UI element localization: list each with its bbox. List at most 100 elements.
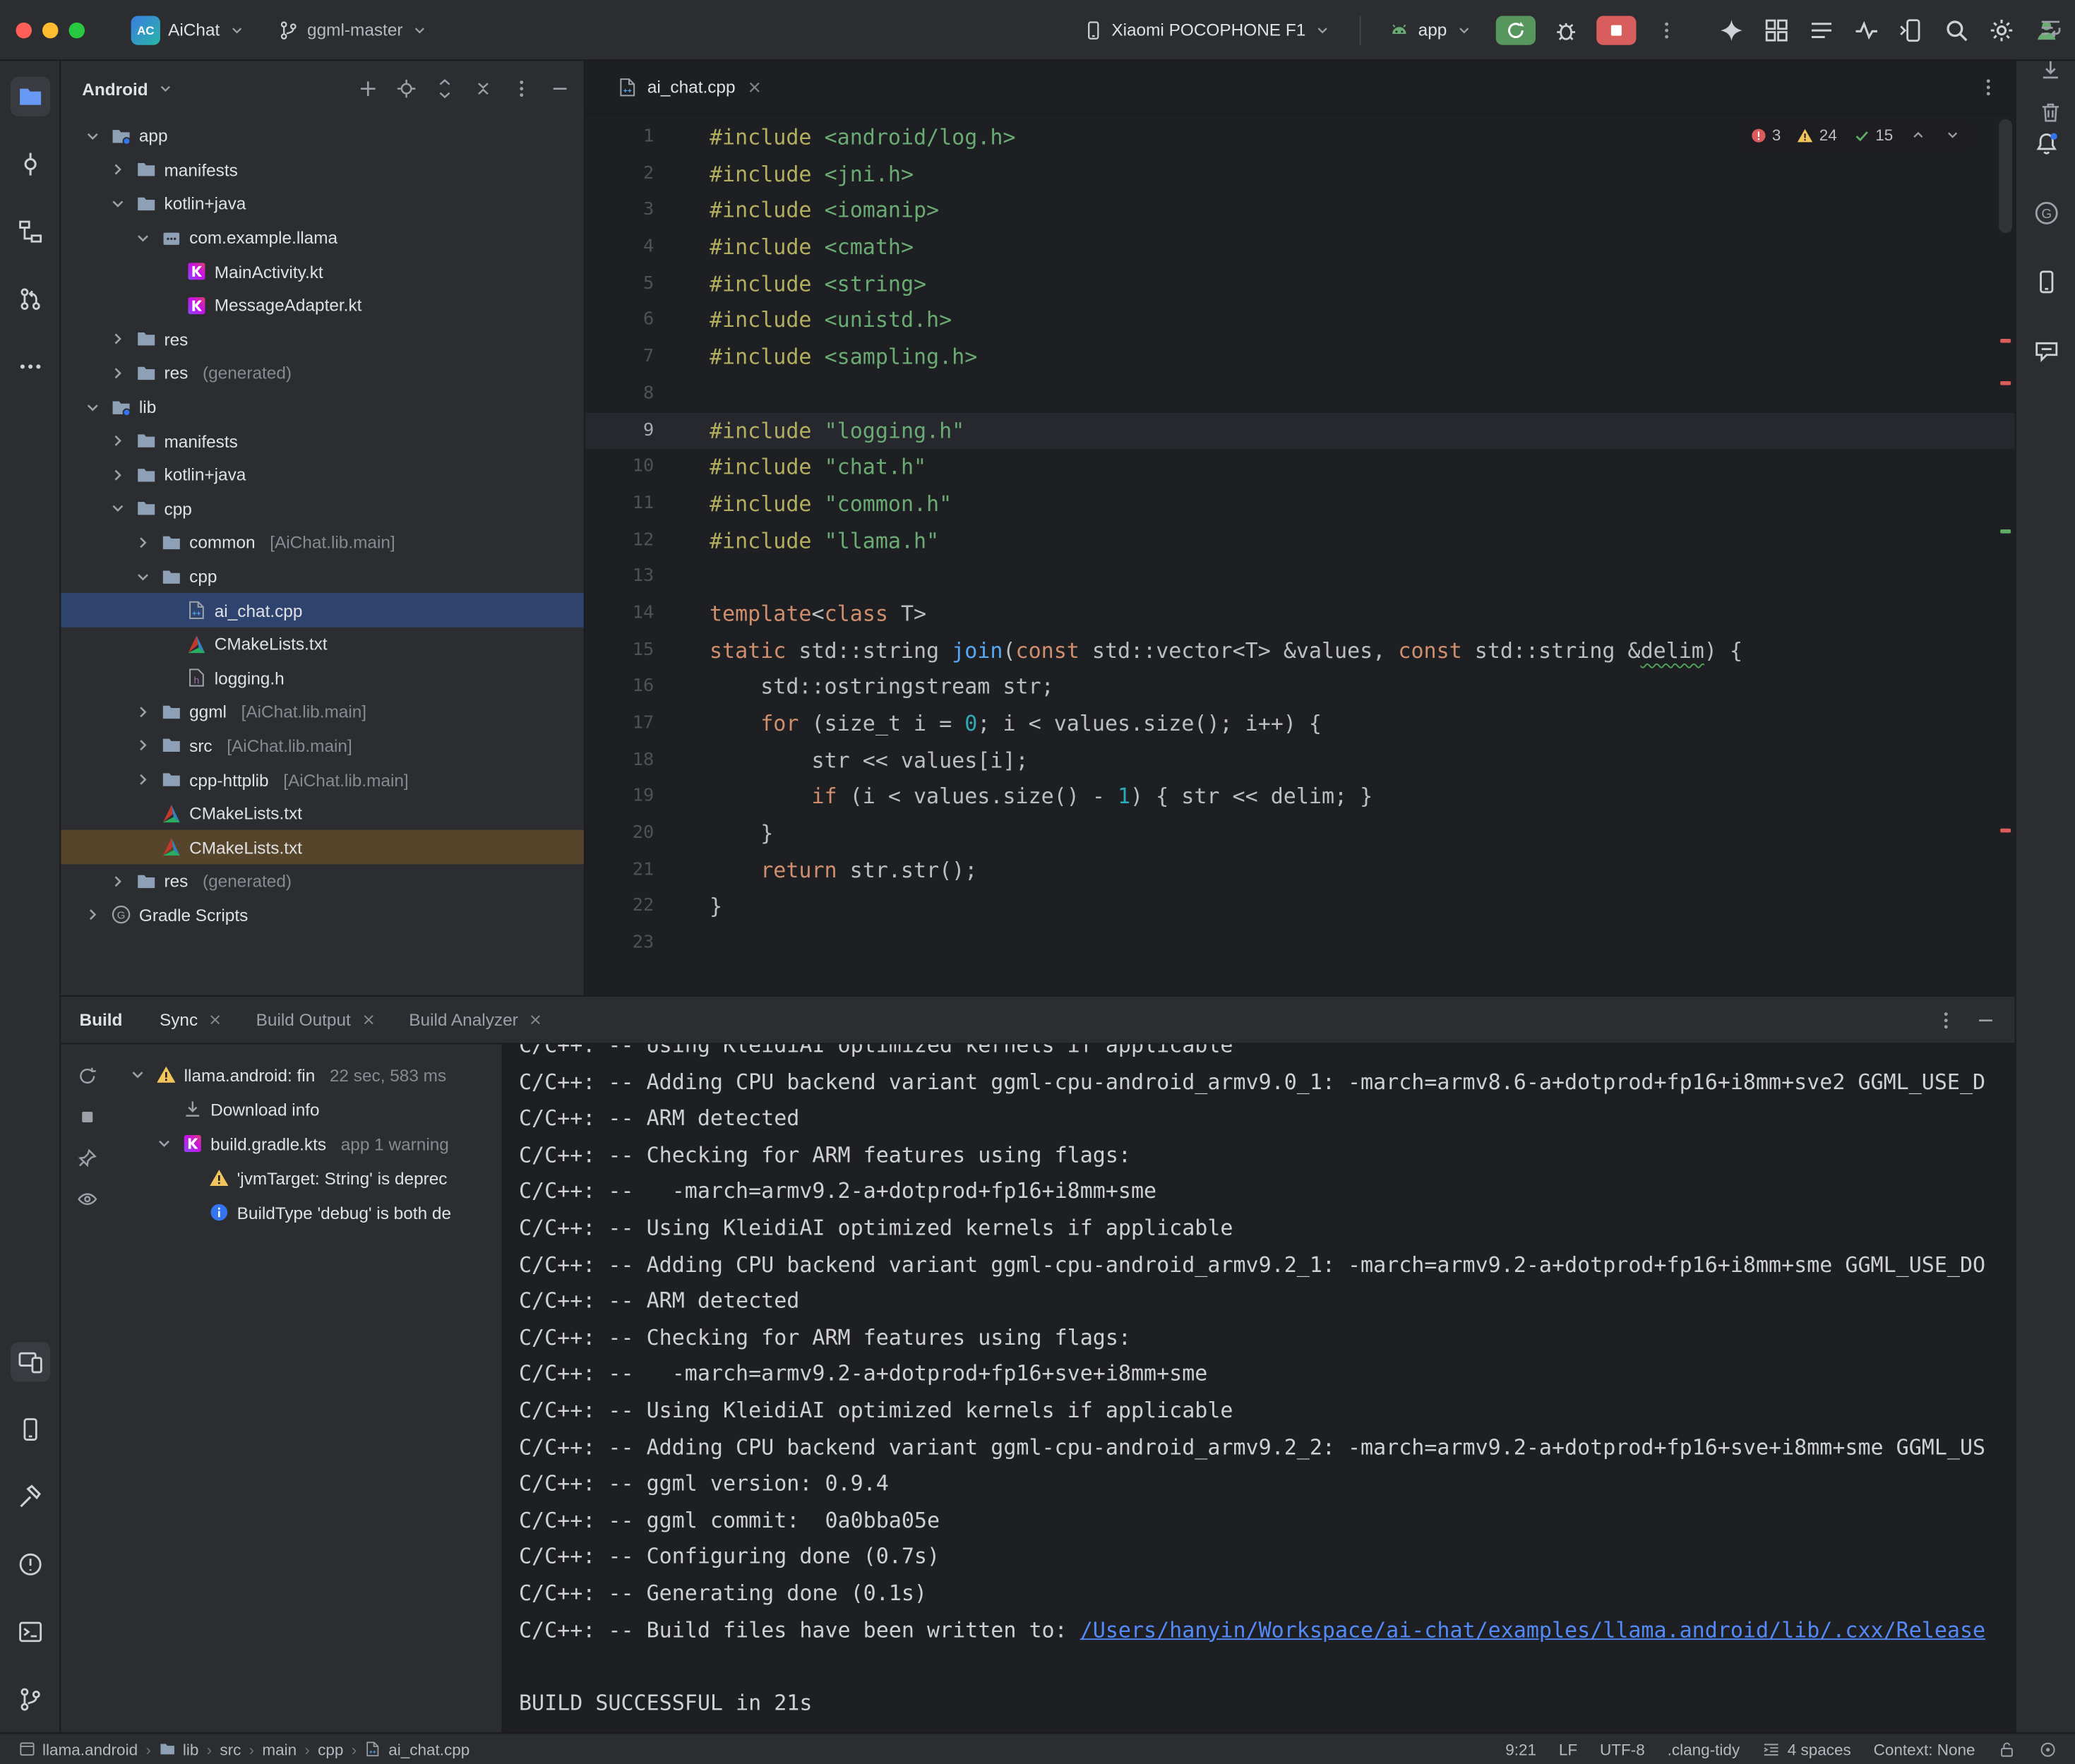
structure-tool-button[interactable]	[10, 212, 49, 251]
tree-item-manifests[interactable]: manifests	[61, 153, 584, 187]
console-link[interactable]: /Users/hanyin/Workspace/ai-chat/examples…	[1080, 1616, 1985, 1642]
expand-all-icon[interactable]	[434, 78, 455, 100]
tab-sync[interactable]: Sync	[146, 996, 237, 1044]
chevron-right-icon[interactable]	[107, 363, 128, 384]
tree-item-kotlin-java[interactable]: kotlin+java	[61, 458, 584, 492]
code-line-2[interactable]: 2#include <jni.h>	[585, 156, 2015, 193]
gemini-icon[interactable]	[1718, 16, 1745, 43]
code-line-14[interactable]: 14template<class T>	[585, 596, 2015, 632]
code-line-20[interactable]: 20 }	[585, 815, 2015, 852]
code-line-21[interactable]: 21 return str.str();	[585, 852, 2015, 889]
code-line-12[interactable]: 12#include "llama.h"	[585, 522, 2015, 559]
chevron-down-icon[interactable]	[133, 227, 154, 248]
tree-item-ggml[interactable]: ggml[AiChat.lib.main]	[61, 695, 584, 729]
kebab-icon[interactable]	[511, 78, 532, 100]
close-tab-icon[interactable]	[207, 1012, 224, 1028]
project-widget[interactable]: AC AiChat	[122, 10, 256, 49]
passed-count[interactable]: 15	[1853, 126, 1893, 144]
close-window-button[interactable]	[16, 22, 32, 38]
build-item-download-info[interactable]: Download info	[114, 1092, 501, 1127]
gradle-tool-button[interactable]: G	[2026, 193, 2066, 233]
tree-item-cmakelists-txt[interactable]: CMakeLists.txt	[61, 797, 584, 831]
search-icon[interactable]	[1944, 16, 1971, 43]
code-line-13[interactable]: 13	[585, 559, 2015, 596]
indent-indicator[interactable]: 4 spaces	[1762, 1740, 1851, 1758]
chevron-down-icon[interactable]	[107, 193, 128, 215]
chevron-down-icon[interactable]	[133, 566, 154, 587]
version-control-tool-button[interactable]	[10, 1679, 49, 1719]
editor-tab-ai-chat-cpp[interactable]: ++ ai_chat.cpp	[604, 60, 777, 113]
device-mirroring-icon[interactable]	[1898, 16, 1925, 43]
collapse-all-icon[interactable]	[472, 78, 494, 100]
tree-item-app[interactable]: app	[61, 119, 584, 153]
code-line-23[interactable]: 23	[585, 925, 2015, 962]
chevron-down-icon[interactable]	[156, 80, 174, 98]
code-line-4[interactable]: 4#include <cmath>	[585, 229, 2015, 265]
code-line-17[interactable]: 17 for (size_t i = 0; i < values.size();…	[585, 705, 2015, 742]
caret-position[interactable]: 9:21	[1505, 1740, 1536, 1758]
device-manager-tool-button[interactable]	[2026, 262, 2066, 301]
tree-item-cmakelists-txt[interactable]: CMakeLists.txt	[61, 628, 584, 661]
logcat-icon[interactable]	[1808, 16, 1835, 43]
clear-console-icon[interactable]	[2039, 101, 2063, 125]
project-view-selector[interactable]: Android	[82, 79, 148, 99]
build-tool-label[interactable]: Build	[80, 1010, 123, 1030]
minimize-window-button[interactable]	[42, 22, 59, 38]
chevron-down-icon[interactable]	[107, 498, 128, 520]
soft-wrap-icon[interactable]	[2039, 16, 2063, 40]
breadcrumb-item[interactable]: cpp	[318, 1740, 343, 1758]
build-item-buildtype-debug-is-both-de[interactable]: BuildType 'debug' is both de	[114, 1195, 501, 1230]
inspections-status-icon[interactable]	[2039, 1740, 2057, 1758]
code-line-8[interactable]: 8	[585, 376, 2015, 412]
code-editor[interactable]: 3 24 15 1#include	[585, 114, 2015, 995]
clang-tidy-indicator[interactable]: .clang-tidy	[1668, 1740, 1740, 1758]
context-indicator[interactable]: Context: None	[1874, 1740, 1975, 1758]
chevron-right-icon[interactable]	[82, 904, 103, 925]
run-configuration-selector[interactable]: app	[1380, 14, 1483, 46]
more-tool-windows-button[interactable]	[10, 347, 49, 386]
tree-item-com-example-llama[interactable]: com.example.llama	[61, 221, 584, 255]
branch-widget[interactable]: ggml-master	[269, 14, 438, 46]
tab-build-output[interactable]: Build Output	[243, 996, 390, 1044]
breadcrumb-item[interactable]: lib	[159, 1740, 198, 1758]
error-count[interactable]: 3	[1750, 126, 1781, 144]
app-quality-insights-tool-button[interactable]	[2026, 331, 2066, 371]
tree-item-manifests[interactable]: manifests	[61, 424, 584, 458]
code-line-16[interactable]: 16 std::ostringstream str;	[585, 668, 2015, 705]
build-item-llama-android-fin[interactable]: llama.android: fin22 sec, 583 ms	[114, 1057, 501, 1092]
chevron-right-icon[interactable]	[107, 431, 128, 452]
tree-item-cpp[interactable]: cpp	[61, 560, 584, 594]
chevron-down-icon[interactable]	[127, 1064, 148, 1086]
chevron-right-icon[interactable]	[133, 736, 154, 757]
next-problem-icon[interactable]	[1944, 126, 1962, 144]
tree-item-res[interactable]: res(generated)	[61, 864, 584, 898]
rerun-button[interactable]	[1496, 16, 1536, 44]
line-ending-indicator[interactable]: LF	[1559, 1740, 1577, 1758]
tree-item-messageadapter-kt[interactable]: MessageAdapter.kt	[61, 289, 584, 323]
chevron-right-icon[interactable]	[107, 329, 128, 350]
code-line-3[interactable]: 3#include <iomanip>	[585, 193, 2015, 229]
build-item-jvmtarget-string-is-deprec[interactable]: 'jvmTarget: String' is deprec	[114, 1160, 501, 1195]
encoding-indicator[interactable]: UTF-8	[1600, 1740, 1645, 1758]
error-stripe-mark[interactable]	[2000, 829, 2011, 833]
editor-options-kebab-icon[interactable]	[1978, 76, 1999, 97]
breadcrumb-item[interactable]: src	[220, 1740, 241, 1758]
pull-requests-tool-button[interactable]	[10, 280, 49, 319]
error-stripe-mark[interactable]	[2000, 381, 2011, 385]
more-actions-button[interactable]	[1649, 13, 1684, 47]
notifications-tool-button[interactable]	[2026, 124, 2066, 164]
layout-inspector-icon[interactable]	[1764, 16, 1790, 43]
tree-item-res[interactable]: res	[61, 323, 584, 356]
inspections-widget[interactable]: 3 24 15	[1742, 122, 1970, 149]
pin-icon[interactable]	[77, 1148, 98, 1169]
scroll-to-end-icon[interactable]	[2039, 59, 2063, 83]
chevron-down-icon[interactable]	[82, 397, 103, 418]
editor-scrollbar[interactable]	[1997, 116, 2013, 992]
code-line-18[interactable]: 18 str << values[i];	[585, 742, 2015, 779]
tab-build-analyzer[interactable]: Build Analyzer	[396, 996, 558, 1044]
device-selector[interactable]: Xiaomi POCOPHONE F1	[1073, 14, 1341, 46]
tree-item-cmakelists-txt[interactable]: CMakeLists.txt	[61, 831, 584, 865]
close-tab-icon[interactable]	[527, 1012, 544, 1028]
locate-file-icon[interactable]	[396, 78, 417, 100]
chevron-down-icon[interactable]	[82, 126, 103, 147]
